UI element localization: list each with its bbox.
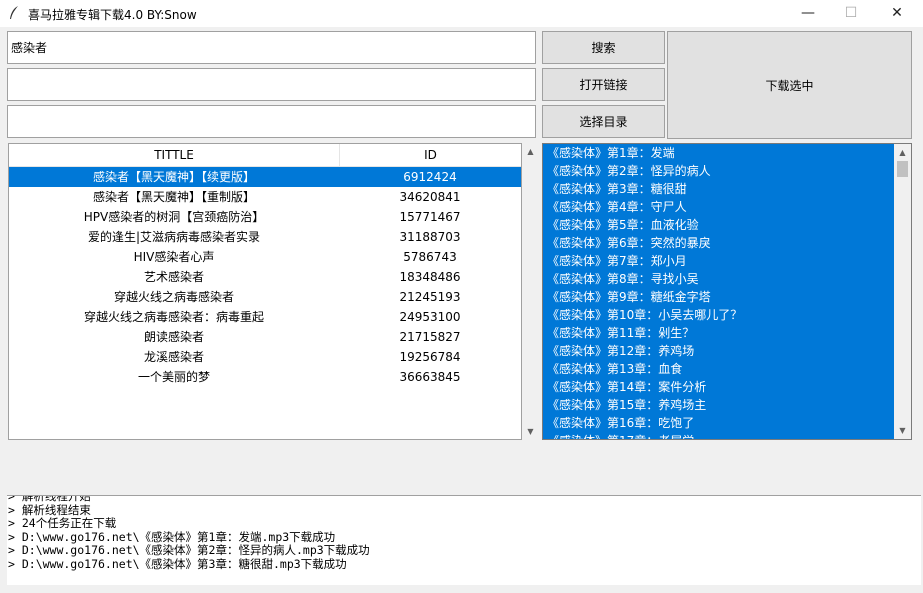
chevron-down-icon[interactable]: ▼ — [522, 423, 539, 440]
row-title: 穿越火线之病毒感染者：病毒重起 — [83, 310, 264, 324]
row-id: 18348486 — [399, 270, 461, 284]
table-body: 感染者【黑天魔神】【续更版】 6912424 感染者【黑天魔神】【重制版】 34620… — [9, 167, 521, 387]
list-item[interactable]: 《感染体》第14章：案件分析 — [543, 378, 911, 396]
search-field[interactable] — [7, 31, 536, 64]
log-line: > D:\www.go176.net\《感染体》第2章：怪异的病人.mp3下载成… — [8, 543, 370, 557]
row-id: 21245193 — [399, 290, 461, 304]
choose-directory-button[interactable]: 选择目录 — [542, 105, 665, 138]
log-line: > D:\www.go176.net\《感染体》第3章：糖很甜.mp3下载成功 — [8, 556, 347, 571]
list-item[interactable]: 《感染体》第8章：寻找小吴 — [543, 270, 911, 288]
list-item[interactable]: 《感染体》第12章：养鸡场 — [543, 342, 911, 360]
row-id: 21715827 — [399, 330, 461, 344]
table-row[interactable]: 穿越火线之病毒感染者 21245193 — [9, 287, 521, 307]
row-id: 19256784 — [399, 350, 461, 364]
log-line: > 解析线程结束 — [8, 502, 91, 517]
row-id: 34620841 — [399, 190, 461, 204]
list-item[interactable]: 《感染体》第3章：糖很甜 — [543, 180, 911, 198]
list-item[interactable]: 《感染体》第16章：吃饱了 — [543, 414, 911, 432]
minimize-button[interactable]: — — [785, 0, 831, 27]
table-row[interactable]: 爱的逢生|艾滋病病毒感染者实录 31188703 — [9, 227, 521, 247]
link-input[interactable] — [8, 69, 535, 100]
list-item[interactable]: 《感染体》第5章：血液化验 — [543, 216, 911, 234]
list-item[interactable]: 《感染体》第11章：剁生？ — [543, 324, 911, 342]
table-row[interactable]: 朗读感染者 21715827 — [9, 327, 521, 347]
row-title: 感染者【黑天魔神】【重制版】 — [92, 190, 255, 204]
list-item[interactable]: 《感染体》第10章：小吴去哪儿了？ — [543, 306, 911, 324]
table-row[interactable]: 感染者【黑天魔神】【重制版】 34620841 — [9, 187, 521, 207]
row-title: 穿越火线之病毒感染者 — [113, 290, 234, 304]
log-body: > 解析线程开始 > 解析线程结束 > 24个任务正在下载 > D:\www.go17… — [7, 495, 921, 571]
list-item[interactable]: 《感染体》第13章：血食 — [543, 360, 911, 378]
row-title: 龙溪感染者 — [143, 350, 204, 364]
list-item[interactable]: 《感染体》第7章：郑小月 — [543, 252, 911, 270]
row-id: 36663845 — [399, 370, 461, 384]
table-row[interactable]: 穿越火线之病毒感染者：病毒重起 24953100 — [9, 307, 521, 327]
row-title: HPV感染者的树洞【宫颈癌防治】 — [83, 210, 265, 224]
directory-input[interactable] — [8, 106, 535, 137]
row-id: 5786743 — [403, 250, 457, 264]
table-row[interactable]: HPV感染者的树洞【宫颈癌防治】 15771467 — [9, 207, 521, 227]
table-row[interactable]: 感染者【黑天魔神】【续更版】 6912424 — [9, 167, 521, 187]
log-line: > D:\www.go176.net\《感染体》第1章：发端.mp3下载成功 — [8, 529, 336, 544]
log-line: > 24个任务正在下载 — [8, 516, 117, 530]
list-item[interactable]: 《感染体》第1章：发端 — [543, 144, 911, 162]
link-field[interactable] — [7, 68, 536, 101]
search-button[interactable]: 搜索 — [542, 31, 665, 64]
log-output[interactable]: > 解析线程开始 > 解析线程结束 > 24个任务正在下载 > D:\www.go17… — [7, 495, 921, 585]
list-item[interactable]: 《感染体》第2章：怪异的病人 — [543, 162, 911, 180]
row-id: 24953100 — [399, 310, 461, 324]
chevron-down-icon[interactable]: ▼ — [894, 422, 911, 439]
chapter-scrollbar[interactable]: ▲ ▼ — [894, 144, 911, 439]
row-title: 艺术感染者 — [143, 270, 204, 284]
feather-quill-icon — [10, 6, 18, 19]
table-row[interactable]: 一个美丽的梦 36663845 — [9, 367, 521, 387]
table-row[interactable]: 艺术感染者 18348486 — [9, 267, 521, 287]
list-item[interactable]: 《感染体》第6章：突然的暴戾 — [543, 234, 911, 252]
row-id: 15771467 — [399, 210, 461, 224]
log-line: > 解析线程开始 — [8, 495, 91, 503]
open-link-button[interactable]: 打开链接 — [542, 68, 665, 101]
row-title: 爱的逢生|艾滋病病毒感染者实录 — [87, 230, 261, 244]
row-id: 31188703 — [399, 230, 461, 244]
chapter-list-body: 《感染体》第1章：发端 《感染体》第2章：怪异的病人 《感染体》第3章：糖很甜 《感染… — [543, 144, 911, 439]
results-scrollbar[interactable]: ▲ ▼ — [522, 143, 539, 440]
download-selected-button[interactable]: 下载选中 — [667, 31, 912, 139]
window-title: 喜马拉雅专辑下载4.0 BY:Snow — [28, 8, 197, 22]
chevron-up-icon[interactable]: ▲ — [894, 144, 911, 161]
row-title: 朗读感染者 — [143, 330, 204, 344]
table-row[interactable]: HIV感染者心声 5786743 — [9, 247, 521, 267]
chevron-up-icon[interactable]: ▲ — [522, 143, 539, 160]
directory-field[interactable] — [7, 105, 536, 138]
list-item[interactable]: 《感染体》第15章：养鸡场主 — [543, 396, 911, 414]
row-title: 一个美丽的梦 — [137, 370, 210, 384]
row-title: 感染者【黑天魔神】【续更版】 — [92, 170, 255, 184]
scroll-thumb[interactable] — [897, 161, 908, 177]
row-id: 6912424 — [403, 170, 457, 184]
list-item[interactable]: 《感染体》第9章：糖纸金字塔 — [543, 288, 911, 306]
column-header-title[interactable]: TITTLE — [9, 144, 340, 166]
list-item[interactable]: 《感染体》第4章：守尸人 — [543, 198, 911, 216]
search-input[interactable] — [8, 32, 535, 63]
table-header: TITTLE ID — [9, 144, 521, 167]
table-row[interactable]: 龙溪感染者 19256784 — [9, 347, 521, 367]
close-button[interactable]: ✕ — [874, 0, 920, 27]
column-header-id[interactable]: ID — [340, 144, 521, 166]
chapter-list[interactable]: 《感染体》第1章：发端 《感染体》第2章：怪异的病人 《感染体》第3章：糖很甜 《感染… — [542, 143, 912, 440]
maximize-button[interactable]: ☐ — [828, 0, 874, 27]
results-table[interactable]: TITTLE ID 感染者【黑天魔神】【续更版】 6912424 感染者【黑天魔神】… — [8, 143, 522, 440]
list-item[interactable]: 《感染体》第17章：老屋觉 — [543, 432, 911, 439]
row-title: HIV感染者心声 — [133, 250, 215, 264]
title-bar[interactable]: 喜马拉雅专辑下载4.0 BY:Snow — ☐ ✕ — [0, 0, 923, 27]
